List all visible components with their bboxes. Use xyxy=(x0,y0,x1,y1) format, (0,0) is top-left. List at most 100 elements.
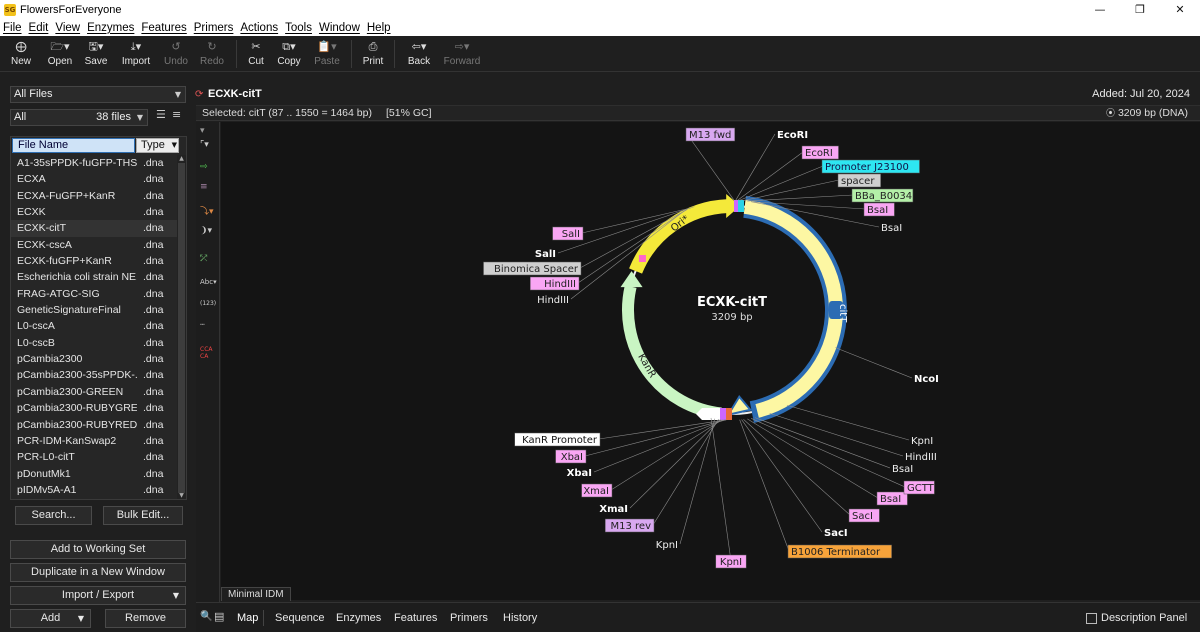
menu-tools[interactable]: Tools xyxy=(285,22,312,34)
file-type: .dna xyxy=(143,287,164,300)
file-row[interactable]: ECXK-cscA .dna xyxy=(11,237,177,253)
m13rev-marker xyxy=(720,408,726,420)
file-filter-select[interactable]: All Files ▼ xyxy=(10,86,186,103)
file-row[interactable]: pCambia2300-RUBYRED .dna xyxy=(11,417,177,433)
file-row[interactable]: PCR-L0-citT .dna xyxy=(11,449,177,465)
tab-enzymes[interactable]: Enzymes xyxy=(331,610,386,626)
file-row[interactable]: GeneticSignatureFinal .dna xyxy=(11,302,177,318)
redo-button[interactable]: ↻ Redo xyxy=(194,36,230,72)
tab-sequence[interactable]: Sequence xyxy=(270,610,330,626)
description-panel-label: Description Panel xyxy=(1101,612,1188,624)
file-row[interactable]: ECXK-citT .dna xyxy=(11,220,177,237)
app-icon: SG xyxy=(4,3,16,16)
add-to-working-set-button[interactable]: Add to Working Set xyxy=(10,540,186,559)
menu-enzymes[interactable]: Enzymes xyxy=(87,22,134,34)
linear-view-icon[interactable]: ⌜▾ xyxy=(200,140,218,156)
numbering-icon[interactable]: (123) xyxy=(200,300,218,316)
column-file-name[interactable]: File Name xyxy=(12,138,135,153)
map-center-name: ECXK-citT xyxy=(697,295,767,310)
file-row[interactable]: pCambia2300-RUBYGRE... .dna xyxy=(11,400,177,416)
minimize-icon[interactable]: — xyxy=(1080,0,1120,19)
menu-primers[interactable]: Primers xyxy=(194,22,234,34)
import-button[interactable]: ⤓▾ Import xyxy=(114,36,158,72)
file-row[interactable]: ECXK .dna xyxy=(11,204,177,220)
primer-icon[interactable]: ⤱ xyxy=(200,254,218,270)
feature-arrow-icon[interactable]: ⇨ xyxy=(200,162,218,178)
file-row[interactable]: ECXA-FuGFP+KanR .dna xyxy=(11,188,177,204)
enzyme-lines-icon[interactable]: ≡ xyxy=(200,182,218,198)
print-button[interactable]: ⎙ Print xyxy=(358,36,388,72)
file-list-scrollbar[interactable]: ▲ ▼ xyxy=(177,155,186,499)
plasmid-map: ECXK-citT3209 bpOri*citTKanRM13 fwd EcoRI… xyxy=(483,127,939,569)
file-row[interactable]: L0-cscA .dna xyxy=(11,318,177,334)
j23100-marker xyxy=(738,200,744,212)
file-row[interactable]: L0-cscB .dna xyxy=(11,335,177,351)
file-row[interactable]: pCambia2300-35sPPDK-... .dna xyxy=(11,367,177,383)
menu-file[interactable]: File xyxy=(3,22,22,34)
detail-view-icon[interactable]: ≡ xyxy=(172,108,181,121)
back-button[interactable]: ⇦▾ Back xyxy=(401,36,437,72)
map-label: XmaI xyxy=(599,504,628,515)
undo-button[interactable]: ↺ Undo xyxy=(158,36,194,72)
file-row[interactable]: A1-35sPPDK-fuGFP-THSP .dna xyxy=(11,155,177,171)
restore-icon[interactable]: ❐ xyxy=(1120,0,1160,19)
menu-window[interactable]: Window xyxy=(319,22,360,34)
map-label: Binomica Spacer xyxy=(494,264,579,275)
file-row[interactable]: pCambia2300 .dna xyxy=(11,351,177,367)
scroll-down-icon[interactable]: ▼ xyxy=(177,492,186,499)
file-name: L0-cscB xyxy=(17,336,55,349)
menu-actions[interactable]: Actions xyxy=(240,22,278,34)
paste-button[interactable]: 📋▾ Paste xyxy=(309,36,345,72)
tab-primers[interactable]: Primers xyxy=(445,610,493,626)
file-row[interactable]: PCR-IDM-KanSwap2 .dna xyxy=(11,433,177,449)
menu-edit[interactable]: Edit xyxy=(29,22,49,34)
bracket-icon[interactable]: ❩▾ xyxy=(200,226,218,242)
label-leader-line xyxy=(737,151,804,201)
zoom-icon[interactable]: 🔍 xyxy=(200,611,212,622)
file-row[interactable]: ECXA .dna xyxy=(11,171,177,187)
forward-button[interactable]: ⇨▾ Forward xyxy=(437,36,487,72)
save-button[interactable]: 🖫▾ Save xyxy=(78,36,114,72)
scroll-thumb[interactable] xyxy=(178,163,185,493)
menu-features[interactable]: Features xyxy=(141,22,186,34)
menu-view[interactable]: View xyxy=(55,22,80,34)
tab-features[interactable]: Features xyxy=(389,610,442,626)
new-button[interactable]: ⨁ New xyxy=(0,36,42,72)
undo-icon: ↺ xyxy=(171,40,181,53)
close-icon[interactable]: ✕ xyxy=(1160,0,1200,19)
view-tab-minimal-idm[interactable]: Minimal IDM xyxy=(221,587,291,601)
panel-toggle-icon[interactable]: ▤ xyxy=(214,610,224,623)
file-row[interactable]: ECXK-fuGFP+KanR .dna xyxy=(11,253,177,269)
menu-bar: File Edit View Enzymes Features Primers … xyxy=(0,19,1200,36)
tab-map[interactable]: Map xyxy=(232,610,265,626)
sequence-colors-icon[interactable]: CCA CA xyxy=(200,346,218,362)
ruler-icon[interactable]: ┄ xyxy=(200,320,218,336)
tab-history[interactable]: History xyxy=(498,610,542,626)
column-type[interactable]: Type ▼ xyxy=(136,138,179,153)
topology-icon: ⦿ xyxy=(1106,109,1116,119)
add-button[interactable]: Add ▼ xyxy=(10,609,91,628)
list-view-icon[interactable]: ☰ xyxy=(156,108,166,121)
orf-icon[interactable]: ⤵▾ xyxy=(200,204,218,220)
remove-button[interactable]: Remove xyxy=(105,609,186,628)
file-list: File Name Type ▼ A1-35sPPDK-fuGFP-THSP .dn… xyxy=(10,136,187,500)
scroll-up-icon[interactable]: ▲ xyxy=(177,155,186,162)
cut-button[interactable]: ✂ Cut xyxy=(243,36,269,72)
copy-button[interactable]: ⧉▾ Copy xyxy=(269,36,309,72)
file-row[interactable]: pCambia2300-GREEN .dna xyxy=(11,384,177,400)
file-row[interactable]: FRAG-ATGC-SIG .dna xyxy=(11,286,177,302)
abc-label-icon[interactable]: Abc▾ xyxy=(200,278,218,294)
duplicate-window-button[interactable]: Duplicate in a New Window xyxy=(10,563,186,582)
file-name: pCambia2300-GREEN xyxy=(17,385,124,398)
file-scope-select[interactable]: All 38 files ▼ xyxy=(10,109,148,126)
file-row[interactable]: Escherichia coli strain NE... .dna xyxy=(11,269,177,285)
menu-help[interactable]: Help xyxy=(367,22,391,34)
search-files-button[interactable]: Search... xyxy=(15,506,92,525)
file-row[interactable]: pDonutMk1 .dna xyxy=(11,466,177,482)
file-row[interactable]: pIDMv5A-A1 .dna xyxy=(11,482,177,498)
window-title: FlowersForEveryone xyxy=(20,3,122,16)
open-button[interactable]: 🗁▾ Open xyxy=(42,36,78,72)
import-export-button[interactable]: Import / Export ▼ xyxy=(10,586,186,605)
bulk-edit-button[interactable]: Bulk Edit... xyxy=(103,506,183,525)
label-leader-line xyxy=(593,419,725,473)
